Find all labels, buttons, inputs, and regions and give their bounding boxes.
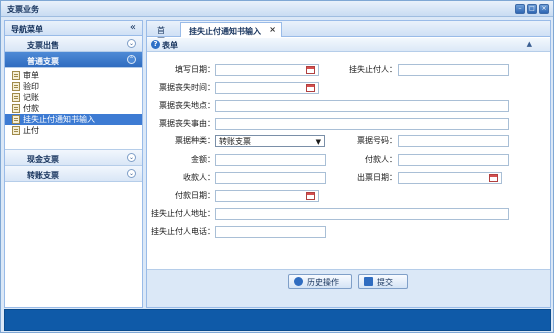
sidebar-item-label: 付款 [23, 104, 39, 113]
window-controls: – □ × [515, 4, 549, 14]
collapse-sidebar-icon[interactable]: « [130, 22, 136, 33]
lost-reason-label: 票据丧失事由： [159, 119, 215, 128]
sidebar-item-verify-seal[interactable]: 验印 [5, 81, 142, 92]
address-field[interactable] [215, 208, 509, 220]
sidebar-item-stop-payment-notice[interactable]: 挂失止付通知书输入 [5, 114, 142, 125]
fill-date-field[interactable] [215, 64, 319, 76]
tab-label: 挂失止付通知书输入 [189, 27, 261, 36]
window-title: 支票业务 [7, 5, 39, 14]
help-icon: ? [151, 40, 160, 49]
nav-sidebar: 导航菜单 « 支票出售 ⌄ 普通支票 ⌃ 审单 验印 记账 付款 挂失止付通知书… [4, 20, 143, 308]
sidebar-header: 导航菜单 « [5, 21, 142, 36]
issue-date-label: 出票日期： [357, 173, 397, 182]
lost-reason-field[interactable] [215, 118, 509, 130]
address-label: 挂失止付人地址： [151, 209, 215, 218]
sidebar-item-label: 记账 [23, 93, 39, 102]
bill-number-field[interactable] [398, 135, 509, 147]
sidebar-item-review[interactable]: 审单 [5, 70, 142, 81]
stop-payment-form: 填写日期： 挂失止付人： 票据丧失时间： 票据丧失地点： 票据丧失事由： 票据种… [147, 52, 550, 267]
stop-payer-label: 挂失止付人： [349, 65, 397, 74]
status-bar [4, 309, 551, 331]
sidebar-item-stop-payment[interactable]: 止付 [5, 125, 142, 136]
document-icon [12, 71, 20, 80]
app-window: 支票业务 – □ × 导航菜单 « 支票出售 ⌄ 普通支票 ⌃ 审单 验印 记账… [0, 0, 554, 333]
main-footer [147, 291, 550, 307]
sidebar-item-label: 挂失止付通知书输入 [23, 115, 95, 124]
payer-field[interactable] [398, 154, 509, 166]
sidebar-item-label: 审单 [23, 71, 39, 80]
sidebar-item-label: 验印 [23, 82, 39, 91]
payer-label: 付款人： [365, 155, 397, 164]
main-content: 首页 挂失止付通知书输入 × ? 表单 ▲ 填写日期： 挂失止付人： 票据丧失时… [146, 20, 551, 308]
sidebar-group-label: 普通支票 [27, 57, 59, 66]
pay-date-field[interactable] [215, 190, 319, 202]
tab-stop-payment-notice[interactable]: 挂失止付通知书输入 × [180, 22, 282, 37]
sidebar-title: 导航菜单 [11, 25, 43, 34]
calendar-icon[interactable] [489, 174, 498, 182]
lost-time-field[interactable] [215, 82, 319, 94]
history-button-label: 历史操作 [307, 278, 339, 287]
sidebar-group-cash-cheque[interactable]: 现金支票 ⌄ [5, 150, 142, 166]
save-icon [364, 277, 373, 286]
amount-label: 金额： [191, 155, 215, 164]
tab-home[interactable]: 首页 [149, 22, 179, 46]
lost-place-field[interactable] [215, 100, 509, 112]
panel-title: 表单 [162, 41, 178, 50]
window-titlebar: 支票业务 – □ × [1, 1, 553, 17]
phone-field[interactable] [215, 226, 326, 238]
close-icon[interactable]: × [539, 4, 549, 14]
bill-type-value: 转账支票 [219, 137, 251, 146]
sidebar-group-cheque-sale[interactable]: 支票出售 ⌄ [5, 36, 142, 52]
maximize-icon[interactable]: □ [527, 4, 537, 14]
payee-label: 收款人： [183, 173, 215, 182]
lost-time-label: 票据丧失时间： [159, 83, 215, 92]
lost-place-label: 票据丧失地点： [159, 101, 215, 110]
document-icon [12, 115, 20, 124]
tab-strip: 首页 挂失止付通知书输入 × [147, 21, 550, 46]
chevron-down-icon[interactable]: ⌄ [127, 39, 136, 48]
sidebar-group-label: 现金支票 [27, 155, 59, 164]
document-icon [12, 126, 20, 135]
phone-label: 挂失止付人电话： [151, 227, 215, 236]
sidebar-group-label: 支票出售 [27, 41, 59, 50]
search-icon [294, 277, 303, 286]
sidebar-item-list: 审单 验印 记账 付款 挂失止付通知书输入 止付 [5, 68, 142, 150]
close-tab-icon[interactable]: × [269, 25, 276, 34]
stop-payer-field[interactable] [398, 64, 509, 76]
calendar-icon[interactable] [306, 192, 315, 200]
bill-number-label: 票据号码： [357, 136, 397, 145]
pay-date-label: 付款日期： [175, 191, 215, 200]
sidebar-item-label: 止付 [23, 126, 39, 135]
submit-button-label: 提交 [377, 278, 393, 287]
sidebar-group-transfer-cheque[interactable]: 转账支票 ⌄ [5, 166, 142, 182]
history-button[interactable]: 历史操作 [288, 274, 352, 289]
issue-date-field[interactable] [398, 172, 502, 184]
document-icon [12, 93, 20, 102]
document-icon [12, 104, 20, 113]
form-panel-header: ? 表单 ▲ [147, 38, 550, 52]
sidebar-item-bookkeeping[interactable]: 记账 [5, 92, 142, 103]
minimize-icon[interactable]: – [515, 4, 525, 14]
submit-button[interactable]: 提交 [358, 274, 408, 289]
calendar-icon[interactable] [306, 84, 315, 92]
bill-type-label: 票据种类： [175, 136, 215, 145]
chevron-up-icon[interactable]: ⌃ [127, 55, 136, 64]
fill-date-label: 填写日期： [175, 65, 215, 74]
sidebar-item-payment[interactable]: 付款 [5, 103, 142, 114]
document-icon [12, 82, 20, 91]
sidebar-group-ordinary-cheque[interactable]: 普通支票 ⌃ [5, 52, 142, 68]
action-bar: 历史操作 提交 [147, 269, 550, 291]
sidebar-group-label: 转账支票 [27, 171, 59, 180]
collapse-panel-icon[interactable]: ▲ [527, 40, 532, 48]
